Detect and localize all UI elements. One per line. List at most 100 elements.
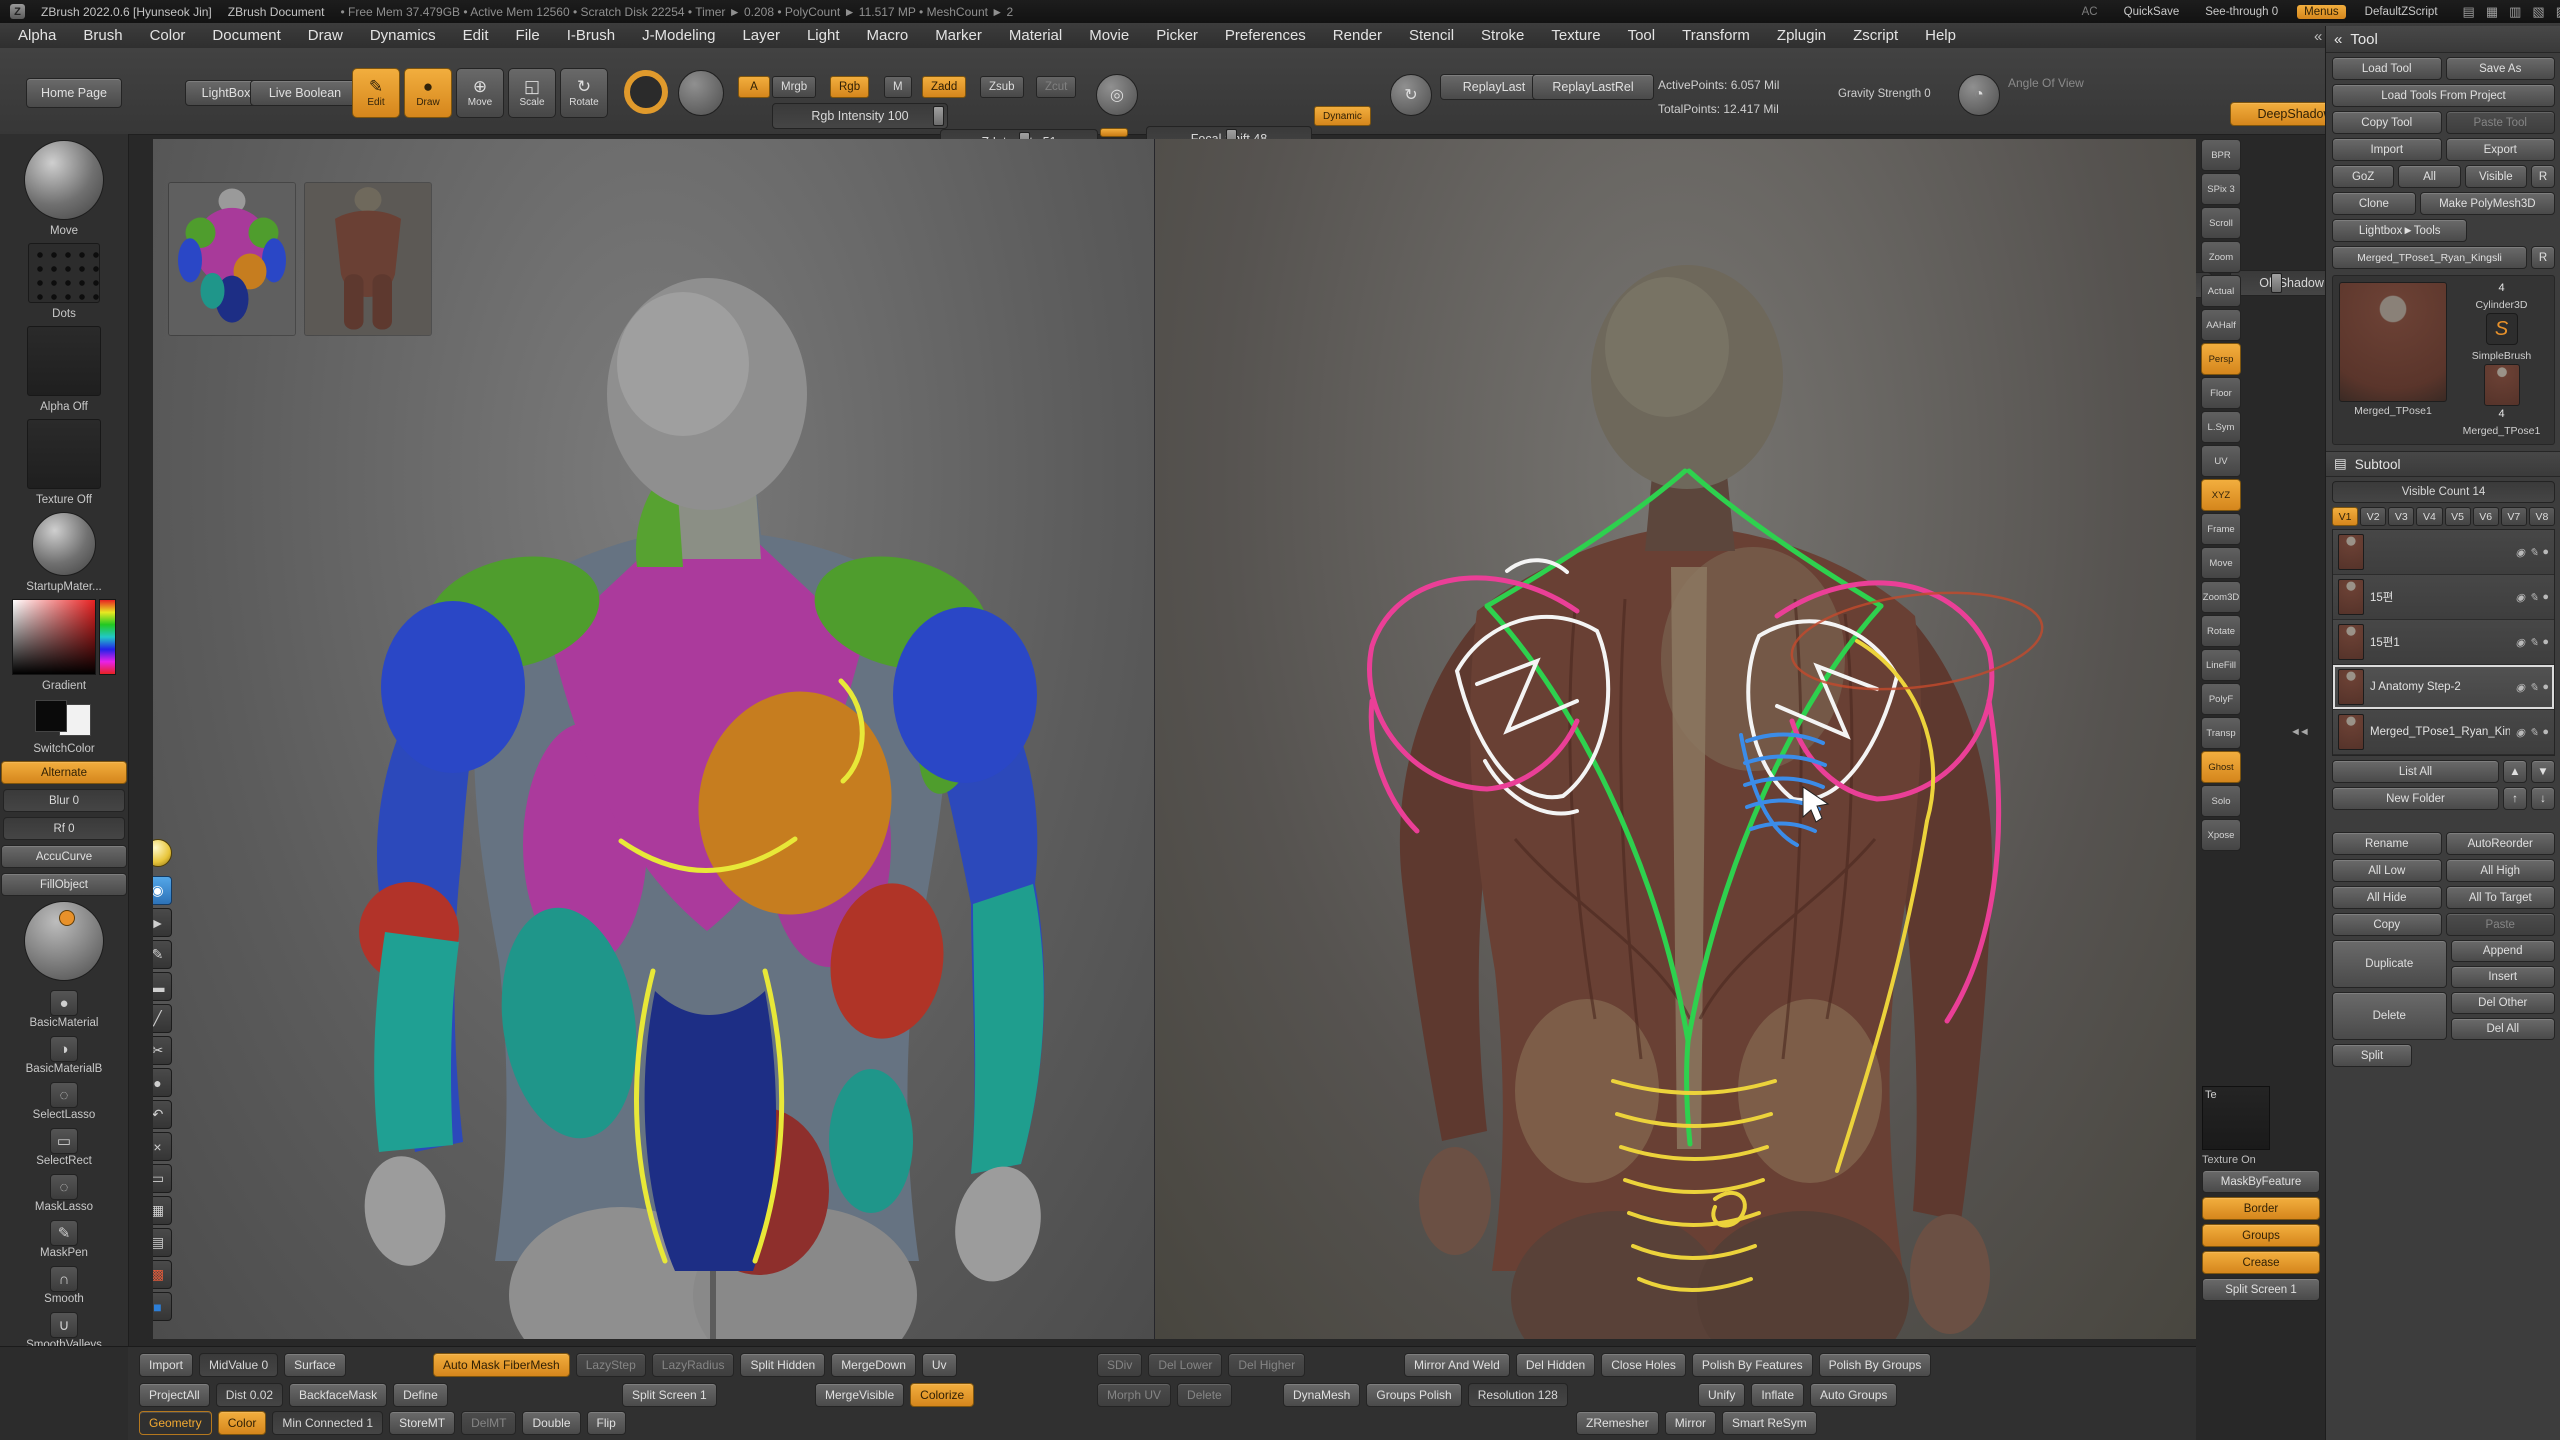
goz-all-button[interactable]: All [2398,165,2460,188]
alternate-button[interactable]: Alternate [1,761,127,784]
geometry-button[interactable]: ProjectAll [139,1383,210,1407]
rgb-intensity-slider[interactable]: Rgb Intensity 100 [772,103,948,129]
groups-button[interactable]: Groups [2202,1224,2320,1247]
thumbnail-anatomy[interactable] [305,183,431,335]
menu-item[interactable]: Movie [1089,27,1129,44]
texture-slot-thumbnail[interactable]: Te [2202,1086,2270,1150]
live-boolean-button[interactable]: Live Boolean [250,80,360,106]
titlebar-control[interactable]: Menus [2297,5,2346,19]
menu-item[interactable]: Brush [83,27,122,44]
menu-item[interactable]: File [516,27,540,44]
menu-item[interactable]: Render [1333,27,1382,44]
shelf-toggle[interactable]: XYZ [2201,479,2241,511]
current-material-sphere[interactable] [24,901,104,981]
geometry-button[interactable]: Inflate [1751,1383,1804,1407]
menu-item[interactable]: Alpha [18,27,56,44]
subtool-row[interactable]: 15편 ◉✎● [2333,575,2554,620]
focal-shift-icon[interactable]: ◎ [1096,74,1138,116]
geometry-button[interactable]: Min Connected 1 [272,1411,383,1435]
geometry-button[interactable]: DynaMesh [1283,1383,1360,1407]
menu-item[interactable]: Picker [1156,27,1198,44]
rf-slider[interactable]: Rf 0 [3,817,125,840]
menu-item[interactable]: Marker [935,27,982,44]
menu-item[interactable]: Macro [867,27,909,44]
visible-count-slider[interactable]: Visible Count 14 [2332,481,2555,503]
bottom-button[interactable]: Del Lower [1148,1353,1222,1377]
palette-icon[interactable]: ▩ [153,1260,172,1289]
menu-item[interactable]: Document [212,27,280,44]
pin-icon[interactable]: ● [2542,726,2549,739]
model-right[interactable] [1155,139,2196,1339]
stroke-dots-thumbnail[interactable] [28,243,100,303]
geometry-button[interactable]: Morph UV [1097,1383,1171,1407]
tray-brush-item[interactable]: ◑ BasicMaterialB [26,1036,103,1076]
viewport-left[interactable]: ◉►✎▬╱✂●↶×▭▦▤▩■ [153,139,1154,1339]
shelf-toggle[interactable]: BPR [2201,139,2241,171]
menu-item[interactable]: Preferences [1225,27,1306,44]
home-page-button[interactable]: Home Page [26,78,122,108]
undo-icon[interactable]: ↶ [153,1100,172,1129]
document-thumbnails[interactable] [169,183,431,335]
menu-item[interactable]: Dynamics [370,27,436,44]
geometry-button[interactable]: Split Screen 1 [622,1383,717,1407]
bottom-button[interactable]: Import [139,1353,193,1377]
all-high-button[interactable]: All High [2446,859,2556,882]
shelf-toggle[interactable]: Move [2201,547,2241,579]
move-subtool-down-button[interactable]: ↓ [2531,787,2555,810]
shelf-toggle[interactable]: Scroll [2201,207,2241,239]
color-picker[interactable] [12,599,116,675]
bottom-button[interactable]: Close Holes [1601,1353,1686,1377]
paste-tool-button[interactable]: Paste Tool [2446,111,2556,134]
shelf-toggle[interactable]: AAHalf [2201,309,2241,341]
thumbnail-colorized[interactable] [169,183,295,335]
titlebar-control[interactable]: QuickSave [2117,5,2187,19]
menu-item[interactable]: Zscript [1853,27,1898,44]
panel-collapse-icon[interactable]: « [2334,31,2342,48]
clone-button[interactable]: Clone [2332,192,2416,215]
pen-cursor-icon[interactable]: ✎ [153,940,172,969]
menu-item[interactable]: Layer [742,27,780,44]
all-to-target-button[interactable]: All To Target [2446,886,2556,909]
geometry-button[interactable]: Mirror [1665,1411,1716,1435]
geometry-button[interactable]: Delete [1177,1383,1232,1407]
menu-item[interactable]: Color [150,27,186,44]
current-tool-r-toggle[interactable]: R [2531,246,2555,269]
menu-item[interactable]: Draw [308,27,343,44]
tray-brush-item[interactable]: ✎ MaskPen [26,1220,103,1260]
rgb-toggle[interactable]: Rgb [830,76,869,98]
bottom-button[interactable]: LazyRadius [652,1353,735,1377]
columns-icon[interactable]: ▥ [2507,4,2523,20]
grid-icon[interactable]: ▦ [2484,4,2500,20]
edit-button[interactable]: ✎Edit [352,68,400,118]
goz-button[interactable]: GoZ [2332,165,2394,188]
tool-thumbnail-small[interactable] [2484,364,2520,406]
menu-item[interactable]: Transform [1682,27,1750,44]
tray-brush-item[interactable]: ● BasicMaterial [26,990,103,1030]
panel-collapse-chevrons[interactable]: « [2314,28,2322,45]
mrgb-toggle[interactable]: Mrgb [772,76,816,98]
shelf-toggle[interactable]: UV [2201,445,2241,477]
fill-object-button[interactable]: FillObject [1,873,127,896]
geometry-button[interactable]: Unify [1698,1383,1745,1407]
tray-brush-item[interactable]: ◌ SelectLasso [26,1082,103,1122]
simplebrush-icon[interactable]: S [2486,313,2518,345]
version-tab[interactable]: V4 [2416,507,2442,526]
version-tab[interactable]: V5 [2445,507,2471,526]
export-button[interactable]: Export [2446,138,2556,161]
visibility-icon[interactable]: ◉ [153,876,172,905]
shelf-toggle[interactable]: Zoom3D [2201,581,2241,613]
material-preview-button[interactable] [678,70,724,116]
load-tool-button[interactable]: Load Tool [2332,57,2442,80]
delete-button[interactable]: Delete [2332,992,2447,1040]
texture-thumbnail[interactable] [27,419,101,489]
alpha-thumbnail[interactable] [27,326,101,396]
insert-button[interactable]: Insert [2451,966,2556,988]
version-tab[interactable]: V3 [2388,507,2414,526]
m-toggle[interactable]: M [884,76,912,98]
menu-item[interactable]: Zplugin [1777,27,1826,44]
shelf-toggle[interactable]: Rotate [2201,615,2241,647]
light-icon[interactable] [153,839,172,867]
mask-by-feature-button[interactable]: MaskByFeature [2202,1170,2320,1193]
tray-brush-item[interactable]: ∩ Smooth [26,1266,103,1306]
zcut-toggle[interactable]: Zcut [1036,76,1076,98]
